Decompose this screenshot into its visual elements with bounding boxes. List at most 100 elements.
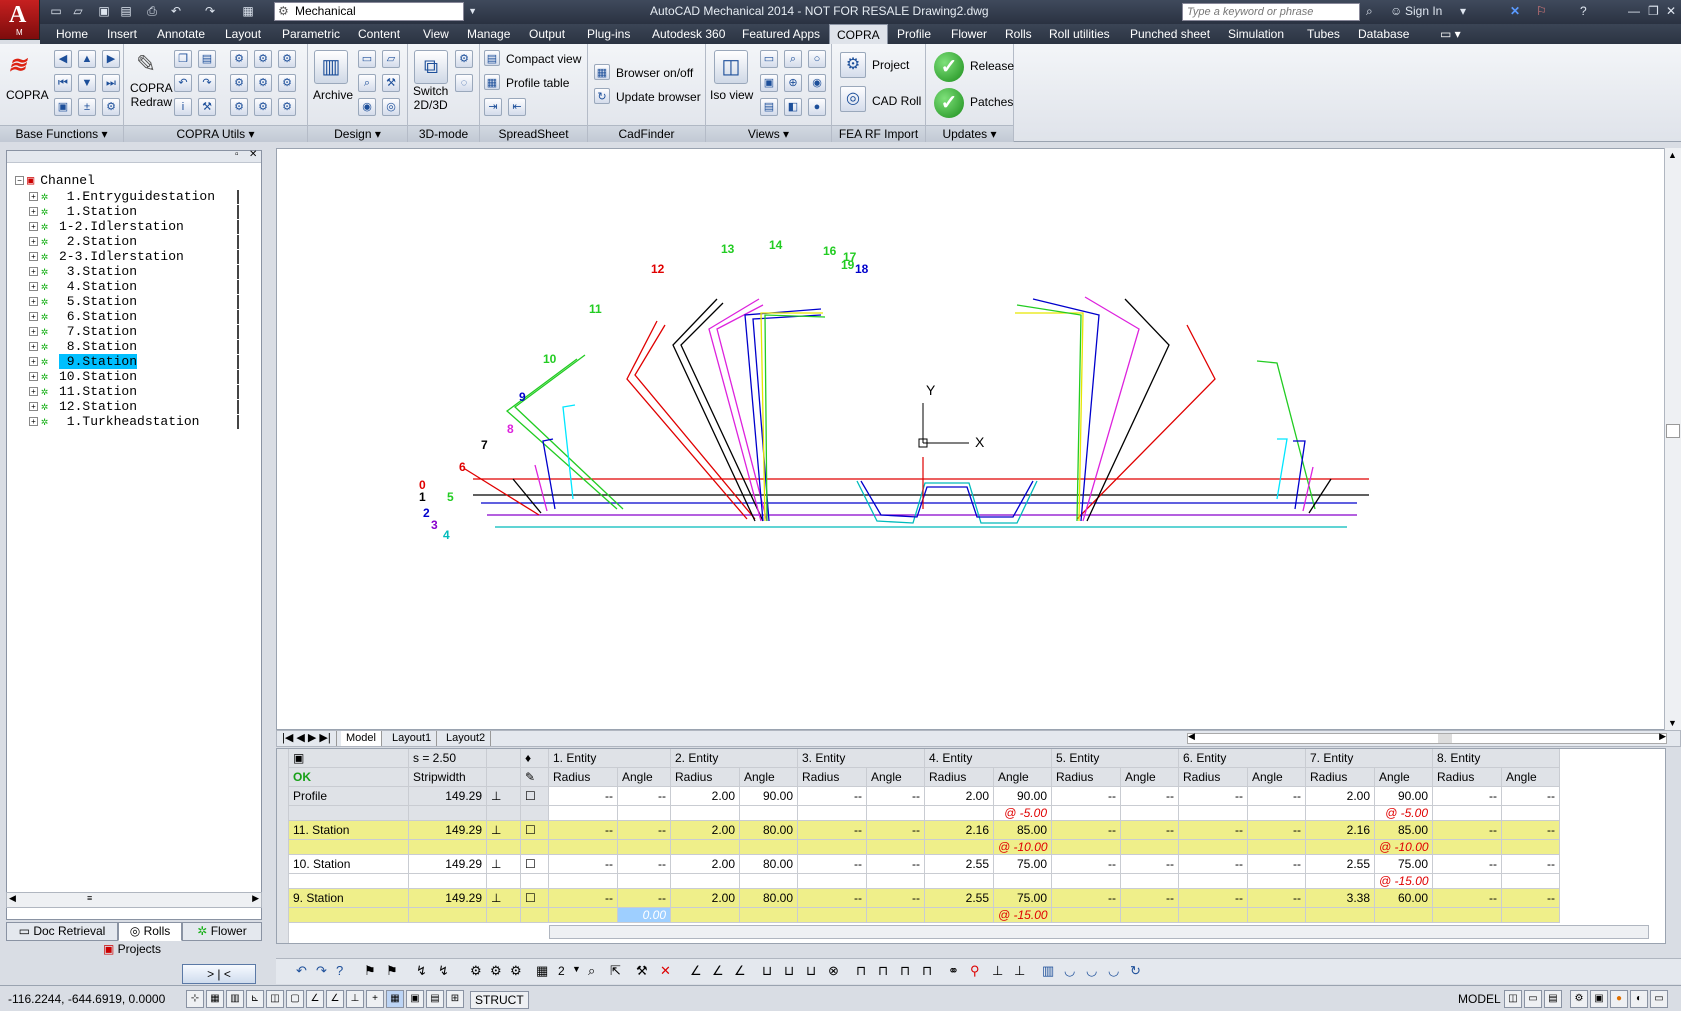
copy-icon[interactable]: ❐ xyxy=(174,50,192,68)
tool-ac-icon[interactable]: ◡ xyxy=(1108,963,1119,979)
note-cell[interactable] xyxy=(671,840,740,855)
tool-y-icon[interactable]: ⊥ xyxy=(1014,963,1025,979)
delete-icon[interactable]: ✕ xyxy=(660,963,671,979)
note-cell[interactable] xyxy=(671,806,740,821)
expand-icon[interactable]: + xyxy=(29,192,38,202)
vscroll-thumb[interactable] xyxy=(1666,424,1680,438)
note-cell[interactable]: @ -15.00 xyxy=(994,908,1052,923)
value-cell[interactable]: 2.55 xyxy=(925,855,994,874)
stripwidth-value[interactable]: 149.29 xyxy=(409,787,487,806)
note-cell[interactable] xyxy=(1052,874,1121,889)
note-cell[interactable] xyxy=(1179,874,1248,889)
note-cell[interactable]: @ -5.00 xyxy=(1375,806,1433,821)
tool-p-icon[interactable]: ⊔ xyxy=(806,963,816,979)
note-cell[interactable] xyxy=(671,908,740,923)
tab-tubes[interactable]: Tubes xyxy=(1307,27,1340,41)
expand-icon[interactable]: + xyxy=(29,222,38,232)
value-cell[interactable]: -- xyxy=(549,855,618,874)
design-c-icon[interactable]: ⌕ xyxy=(358,74,376,92)
settings-icon[interactable]: ⚙ xyxy=(102,98,120,116)
sphere-icon[interactable]: ● xyxy=(808,98,826,116)
note-cell[interactable]: @ -15.00 xyxy=(1375,874,1433,889)
count-select[interactable]: 2 xyxy=(558,964,565,978)
note-cell[interactable]: 0.00 xyxy=(618,908,671,923)
checkbox[interactable]: ☐ xyxy=(521,855,549,874)
value-cell[interactable]: 2.00 xyxy=(671,787,740,806)
tab-profile[interactable]: Profile xyxy=(897,27,931,41)
copra-logo-icon[interactable]: ≋ xyxy=(8,52,44,82)
value-cell[interactable]: -- xyxy=(1502,855,1560,874)
tool-u-icon[interactable]: ⊓ xyxy=(922,963,932,979)
value-cell[interactable]: -- xyxy=(867,889,925,908)
value-cell[interactable]: 2.55 xyxy=(925,889,994,908)
tab-insert[interactable]: Insert xyxy=(107,27,137,41)
note-cell[interactable] xyxy=(740,874,798,889)
tool-s-icon[interactable]: ⊓ xyxy=(878,963,888,979)
note-cell[interactable] xyxy=(1121,806,1179,821)
note-cell[interactable] xyxy=(1052,806,1121,821)
tab-view[interactable]: View xyxy=(423,27,449,41)
util-b-icon[interactable]: ⚙ xyxy=(254,50,272,68)
tool-i-icon[interactable]: ⇱ xyxy=(610,963,621,979)
tab-layout1[interactable]: Layout1 xyxy=(387,731,438,746)
patches-button[interactable]: Patches xyxy=(970,95,1013,109)
hardware-icon[interactable]: ● xyxy=(1610,990,1628,1008)
value-cell[interactable]: 2.16 xyxy=(1306,821,1375,840)
value-cell[interactable]: 75.00 xyxy=(1375,855,1433,874)
value-cell[interactable]: 60.00 xyxy=(1375,889,1433,908)
annotation-icon[interactable]: ▤ xyxy=(1544,990,1562,1008)
copra-button-label[interactable]: COPRA xyxy=(6,88,49,102)
tab-doc-retrieval[interactable]: ▭ Doc Retrieval xyxy=(6,922,118,941)
tool-l-icon[interactable]: ∠ xyxy=(712,963,724,979)
lwt-icon[interactable]: ▦ xyxy=(386,990,404,1008)
tool-b-icon[interactable]: ⚑ xyxy=(386,963,398,979)
tool-x-icon[interactable]: ⊥ xyxy=(992,963,1003,979)
note-cell[interactable] xyxy=(1433,874,1502,889)
note-cell[interactable] xyxy=(671,874,740,889)
new-icon[interactable]: ▭ xyxy=(48,3,64,19)
exchange-icon[interactable]: ✕ xyxy=(1510,4,1520,18)
value-cell[interactable]: -- xyxy=(1121,787,1179,806)
value-cell[interactable]: -- xyxy=(1121,821,1179,840)
compact-view-button[interactable]: Compact view xyxy=(506,52,581,66)
release-button[interactable]: Release xyxy=(970,59,1014,73)
design-f-icon[interactable]: ◎ xyxy=(382,98,400,116)
save-small-icon[interactable]: ▣ xyxy=(54,98,72,116)
value-cell[interactable]: -- xyxy=(1502,821,1560,840)
zoom-icon[interactable]: ⌕ xyxy=(784,50,802,68)
checkbox[interactable]: ☐ xyxy=(521,821,549,840)
table-icon[interactable]: ▦ xyxy=(536,963,548,979)
note-cell[interactable] xyxy=(1306,908,1375,923)
station-name[interactable]: 9. Station xyxy=(289,889,409,908)
value-cell[interactable]: -- xyxy=(1179,889,1248,908)
note-cell[interactable] xyxy=(925,908,994,923)
quickview-icon[interactable]: ▭ xyxy=(1524,990,1542,1008)
redraw-brush-icon[interactable]: ✎ xyxy=(136,50,156,79)
paste-icon[interactable]: ▤ xyxy=(198,50,216,68)
tab-parametric[interactable]: Parametric xyxy=(282,27,340,41)
profile-table-button[interactable]: Profile table xyxy=(506,76,569,90)
design-d-icon[interactable]: ⚒ xyxy=(382,74,400,92)
tab-content[interactable]: Content xyxy=(358,27,400,41)
value-cell[interactable]: 80.00 xyxy=(740,855,798,874)
note-cell[interactable] xyxy=(1052,908,1121,923)
collapse-icon[interactable]: − xyxy=(15,176,24,186)
note-cell[interactable] xyxy=(549,908,618,923)
arrow-up-icon[interactable]: ▲ xyxy=(78,50,96,68)
snap-icon[interactable]: ▦ xyxy=(206,990,224,1008)
note-cell[interactable] xyxy=(1179,908,1248,923)
view-e-icon[interactable]: ◧ xyxy=(784,98,802,116)
value-cell[interactable]: -- xyxy=(1248,787,1306,806)
value-cell[interactable]: 90.00 xyxy=(994,787,1052,806)
value-cell[interactable]: -- xyxy=(1179,787,1248,806)
value-cell[interactable]: -- xyxy=(1052,821,1121,840)
circle-icon[interactable]: ○ xyxy=(808,50,826,68)
tool-icon[interactable]: ⚒ xyxy=(198,98,216,116)
view-b-icon[interactable]: ▣ xyxy=(760,74,778,92)
value-cell[interactable]: 3.38 xyxy=(1306,889,1375,908)
value-cell[interactable]: -- xyxy=(867,787,925,806)
note-cell[interactable] xyxy=(1306,874,1375,889)
value-cell[interactable]: -- xyxy=(618,889,671,908)
tab-rolls[interactable]: Rolls xyxy=(1005,27,1032,41)
value-cell[interactable]: 2.55 xyxy=(1306,855,1375,874)
